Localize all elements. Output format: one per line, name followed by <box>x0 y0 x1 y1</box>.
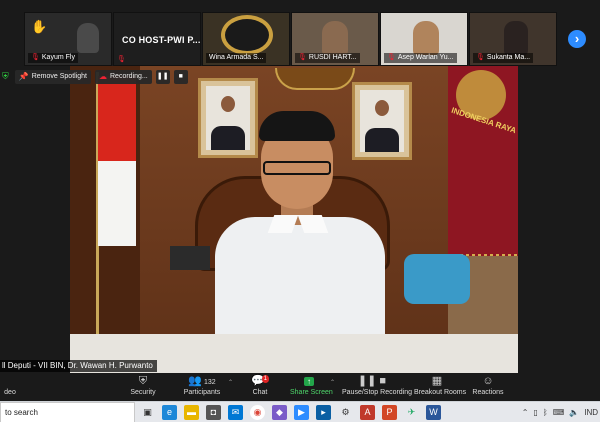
participant-name: Kayum Fly <box>41 54 75 61</box>
participant-tile[interactable]: Wina Armada S... <box>202 12 290 66</box>
adobe-icon[interactable]: A <box>360 405 375 420</box>
spotlight-video: INDONESIA RAYA <box>70 66 518 374</box>
stop-recording-icon[interactable]: ■ <box>173 69 188 84</box>
language-indicator[interactable]: IND <box>584 408 598 417</box>
participant-avatar <box>322 21 348 55</box>
participant-name: Wina Armada S... <box>209 54 264 61</box>
emblem-banner: INDONESIA RAYA <box>448 66 518 266</box>
raised-hand-icon: ✋ <box>31 19 48 34</box>
next-page-icon[interactable]: › <box>568 30 586 48</box>
video-button[interactable]: deo <box>0 375 20 396</box>
chevron-up-icon[interactable]: ⌃ <box>522 408 529 417</box>
mic-muted-icon: 🎙 <box>387 54 396 61</box>
emblem-image <box>221 15 273 55</box>
participant-tile[interactable]: ✋ 🎙 Kayum Fly <box>24 12 112 66</box>
participant-avatar <box>504 21 528 55</box>
smiley-icon: ☺ <box>482 375 494 387</box>
desk-phone <box>170 246 210 270</box>
chrome-icon[interactable]: ◉ <box>250 405 265 420</box>
participant-tile[interactable]: 🎙 Sukanta Ma... <box>469 12 557 66</box>
participants-caret-icon[interactable]: ⌃ <box>228 379 233 386</box>
system-tray: ⌃ ▯ ᛒ ⌨ 🔈 IND <box>522 402 598 422</box>
store-icon[interactable]: ◘ <box>206 405 221 420</box>
pause-recording-icon[interactable]: ❚❚ <box>155 69 170 84</box>
indonesia-flag <box>98 76 136 246</box>
mic-muted-icon: 🎙 <box>476 54 485 61</box>
network-icon[interactable]: ⌨ <box>553 408 565 417</box>
pause-stop-recording-button[interactable]: ❚❚ ■ Pause/Stop Recording <box>342 375 412 396</box>
participant-name: Asep Warlan Yu... <box>397 54 454 61</box>
mic-muted-icon: 🎙 <box>117 56 126 63</box>
participants-button[interactable]: 👥 132 Participants <box>180 375 224 396</box>
share-arrow-icon: ↑ <box>304 377 314 386</box>
security-shield-icon: ⛨ <box>2 71 9 81</box>
emblem-plaque <box>275 68 355 90</box>
speaker-name-label: ll Deputi - VII BIN, Dr. Wawan H. Purwan… <box>0 360 157 372</box>
mic-muted-icon: 🎙 <box>31 54 40 61</box>
remove-spotlight-button[interactable]: 📌 Remove Spotlight <box>14 69 91 84</box>
share-caret-icon[interactable]: ⌃ <box>330 379 335 386</box>
recording-indicator: ☁ Recording... <box>95 69 152 84</box>
grid-icon: ▦ <box>431 375 443 387</box>
chat-button[interactable]: 💬1 Chat <box>248 375 272 396</box>
participant-tile[interactable]: 🎙 RUSDI HART... <box>291 12 379 66</box>
blue-bag <box>404 254 470 304</box>
mic-muted-icon: 🎙 <box>298 54 307 61</box>
glasses <box>263 161 331 175</box>
participant-name: CO HOST-PWI P... <box>122 35 201 45</box>
word-icon[interactable]: W <box>426 405 441 420</box>
people-icon: 👥 <box>188 375 202 387</box>
pin-icon: 📌 <box>18 72 29 81</box>
powerpoint-icon[interactable]: P <box>382 405 397 420</box>
participants-count: 132 <box>204 379 216 386</box>
app-icon[interactable]: ◆ <box>272 405 287 420</box>
edge-icon[interactable]: e <box>162 405 177 420</box>
participant-tile[interactable]: CO HOST-PWI P... 🎙 <box>113 12 201 66</box>
security-button[interactable]: ⛨ Security <box>128 375 158 396</box>
pause-stop-icon: ❚❚ ■ <box>357 375 387 387</box>
participant-tile[interactable]: 🎙 Asep Warlan Yu... <box>380 12 468 66</box>
settings-gear-icon[interactable]: ⚙ <box>338 405 353 420</box>
participant-strip: ✋ 🎙 Kayum Fly CO HOST-PWI P... 🎙 Wina Arm… <box>0 12 600 66</box>
reactions-button[interactable]: ☺ Reactions <box>472 375 504 396</box>
media-icon[interactable]: ▸ <box>316 405 331 420</box>
taskbar-search-field[interactable]: to search <box>0 402 135 422</box>
shield-icon: ⛨ <box>138 375 148 387</box>
mail-icon[interactable]: ✉ <box>228 405 243 420</box>
participant-name: RUSDI HART... <box>308 54 357 61</box>
participant-avatar <box>77 23 99 53</box>
task-view-icon[interactable]: ▣ <box>140 405 155 420</box>
participant-avatar <box>413 21 439 55</box>
participant-name: Sukanta Ma... <box>486 54 531 61</box>
chat-unread-badge: 1 <box>261 375 270 383</box>
bluetooth-icon[interactable]: ᛒ <box>543 408 548 417</box>
zoom-icon[interactable]: ▶ <box>294 405 309 420</box>
spotlight-bar: ⛨ 📌 Remove Spotlight ☁ Recording... ❚❚ ■ <box>0 68 188 85</box>
zoom-meeting-window: ✋ 🎙 Kayum Fly CO HOST-PWI P... 🎙 Wina Arm… <box>0 0 600 401</box>
windows-taskbar: to search ▣ e ▬ ◘ ✉ ◉ ◆ ▶ ▸ ⚙ A P ✈ W ⌃ … <box>0 401 600 422</box>
share-screen-button[interactable]: ↑ Share Screen <box>290 375 333 396</box>
breakout-rooms-button[interactable]: ▦ Breakout Rooms <box>414 375 466 396</box>
network-app-icon[interactable]: ✈ <box>404 405 419 420</box>
file-explorer-icon[interactable]: ▬ <box>184 405 199 420</box>
meeting-toolbar: deo ⛨ Security 👥 132 Participants ⌃ 💬1 Ch… <box>0 373 600 401</box>
battery-icon[interactable]: ▯ <box>533 408 537 417</box>
recording-cloud-icon: ☁ <box>99 72 107 81</box>
volume-icon[interactable]: 🔈 <box>569 408 579 417</box>
